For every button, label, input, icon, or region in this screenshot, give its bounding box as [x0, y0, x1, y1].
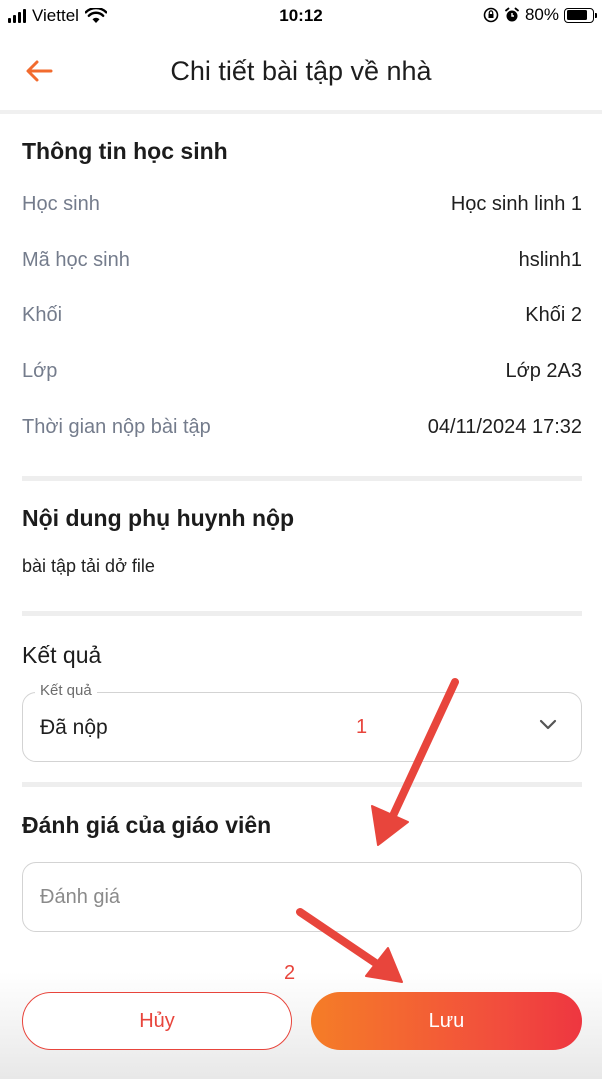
info-row-class: Lớp Lớp 2A3 [22, 360, 582, 383]
info-row-student-code: Mã học sinh hslinh1 [22, 249, 582, 272]
orientation-lock-icon [483, 7, 499, 23]
app-header: Chi tiết bài tập về nhà [0, 38, 602, 104]
info-value: Học sinh linh 1 [450, 193, 582, 215]
teacher-review-input[interactable] [22, 862, 582, 932]
status-bar-right: 80% [483, 5, 597, 25]
info-value: 04/11/2024 17:32 [427, 416, 582, 438]
header-divider [0, 110, 602, 114]
page-title: Chi tiết bài tập về nhà [170, 56, 432, 86]
parent-submission-content: bài tập tải dở file [22, 556, 155, 576]
info-row-submit-time: Thời gian nộp bài tập 04/11/2024 17:32 [22, 416, 582, 439]
battery-icon [564, 7, 597, 23]
info-value: hslinh1 [518, 249, 582, 271]
battery-percent: 80% [524, 5, 559, 24]
info-label: Học sinh [22, 193, 100, 215]
save-button[interactable]: Lưu [311, 992, 582, 1050]
info-row-grade: Khối Khối 2 [22, 304, 582, 327]
annotation-marker-2: 2 [284, 962, 296, 984]
info-label: Lớp [22, 360, 58, 382]
section-divider [22, 476, 582, 481]
status-bar: Viettel 10:12 80% [0, 0, 602, 34]
result-title: Kết quả [22, 642, 102, 668]
info-label: Mã học sinh [22, 249, 130, 271]
info-value: Lớp 2A3 [505, 360, 582, 382]
result-select-label: Kết quả [35, 682, 97, 699]
info-label: Khối [22, 304, 63, 326]
info-value: Khối 2 [525, 304, 582, 326]
chevron-down-icon [539, 719, 557, 730]
result-select[interactable]: Kết quả Đã nộp [22, 682, 582, 762]
parent-submission-title: Nội dung phụ huynh nộp [22, 505, 295, 531]
cancel-button[interactable]: Hủy [22, 992, 292, 1050]
info-row-student: Học sinh Học sinh linh 1 [22, 193, 582, 216]
teacher-review-title: Đánh giá của giáo viên [22, 812, 272, 838]
section-divider [22, 611, 582, 616]
section-divider [22, 782, 582, 787]
alarm-icon [505, 7, 519, 22]
annotation-marker-1: 1 [356, 716, 368, 738]
result-select-value: Đã nộp [40, 716, 108, 739]
student-info-title: Thông tin học sinh [22, 138, 228, 164]
info-label: Thời gian nộp bài tập [22, 416, 211, 438]
battery-level [566, 10, 587, 20]
